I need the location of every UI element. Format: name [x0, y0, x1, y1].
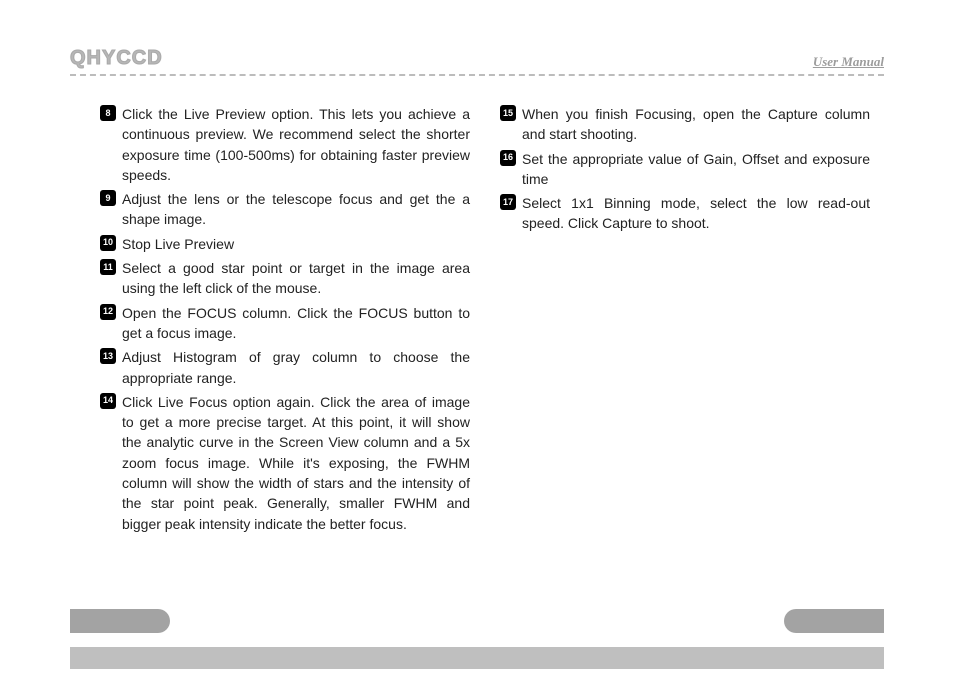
step-number-badge: 10: [100, 235, 116, 251]
list-item: 12 Open the FOCUS column. Click the FOCUS…: [100, 303, 470, 344]
footer-pill-right: [784, 609, 884, 633]
step-text: Set the appropriate value of Gain, Offse…: [522, 149, 870, 190]
step-text: Adjust the lens or the telescope focus a…: [122, 189, 470, 230]
header-divider: [70, 74, 884, 76]
step-number-badge: 13: [100, 348, 116, 364]
list-item: 8 Click the Live Preview option. This let…: [100, 104, 470, 185]
list-item: 17 Select 1x1 Binning mode, select the lo…: [500, 193, 870, 234]
manual-title: User Manual: [813, 54, 884, 70]
footer-pills: [70, 609, 884, 639]
list-item: 10 Stop Live Preview: [100, 234, 470, 254]
list-item: 16 Set the appropriate value of Gain, Off…: [500, 149, 870, 190]
step-number-badge: 12: [100, 304, 116, 320]
step-number-badge: 17: [500, 194, 516, 210]
step-number-badge: 11: [100, 259, 116, 275]
brand-logo: QHYCCD: [70, 47, 163, 70]
step-text: Stop Live Preview: [122, 234, 234, 254]
step-text: Click the Live Preview option. This lets…: [122, 104, 470, 185]
step-text: When you finish Focusing, open the Captu…: [522, 104, 870, 145]
footer-pill-left: [70, 609, 170, 633]
step-text: Open the FOCUS column. Click the FOCUS b…: [122, 303, 470, 344]
step-text: Select 1x1 Binning mode, select the low …: [522, 193, 870, 234]
list-item: 11 Select a good star point or target in …: [100, 258, 470, 299]
step-number-badge: 9: [100, 190, 116, 206]
step-number-badge: 15: [500, 105, 516, 121]
step-text: Adjust Histogram of gray column to choos…: [122, 347, 470, 388]
list-item: 13 Adjust Histogram of gray column to cho…: [100, 347, 470, 388]
list-item: 14 Click Live Focus option again. Click t…: [100, 392, 470, 534]
step-number-badge: 14: [100, 393, 116, 409]
footer-bar: [70, 647, 884, 669]
page-header: QHYCCD User Manual: [70, 40, 884, 70]
step-text: Select a good star point or target in th…: [122, 258, 470, 299]
step-number-badge: 16: [500, 150, 516, 166]
page-frame: QHYCCD User Manual 8 Click the Live Previ…: [70, 40, 884, 653]
list-item: 9 Adjust the lens or the telescope focus …: [100, 189, 470, 230]
list-item: 15 When you finish Focusing, open the Cap…: [500, 104, 870, 145]
right-column: 15 When you finish Focusing, open the Cap…: [500, 104, 870, 538]
content-columns: 8 Click the Live Preview option. This let…: [70, 104, 884, 538]
left-column: 8 Click the Live Preview option. This let…: [100, 104, 470, 538]
step-text: Click Live Focus option again. Click the…: [122, 392, 470, 534]
step-number-badge: 8: [100, 105, 116, 121]
